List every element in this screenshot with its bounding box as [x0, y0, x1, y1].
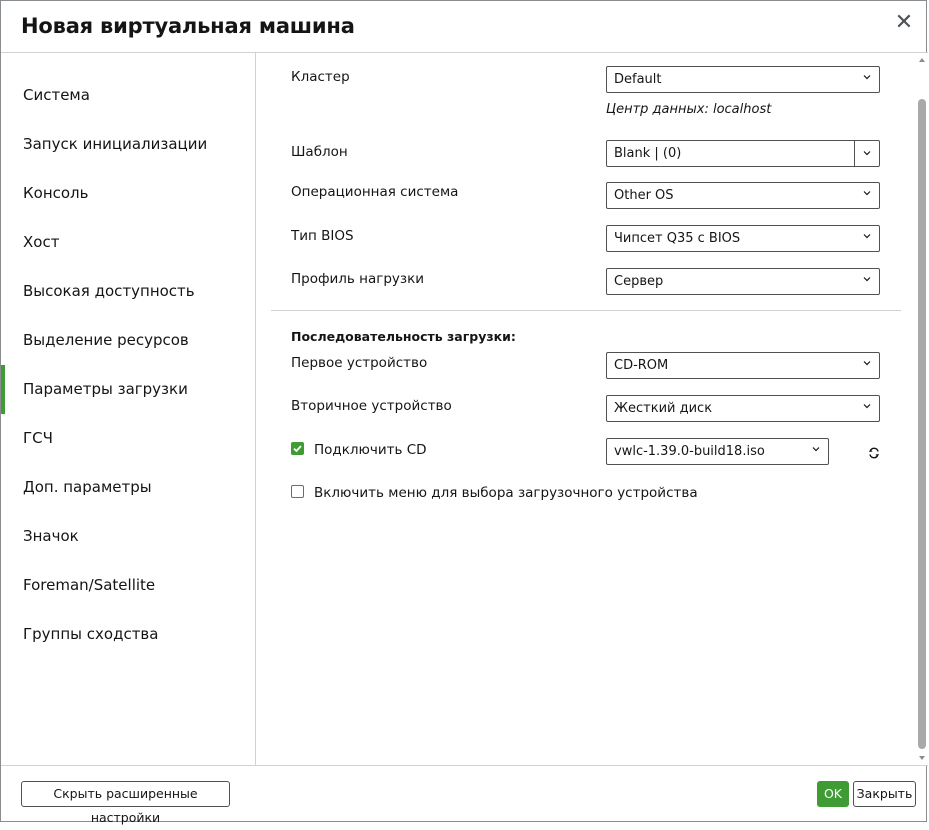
dialog-footer: Скрыть расширенные настройки OK Закрыть: [1, 765, 928, 825]
cd-image-select[interactable]: vwlc-1.39.0-build18.iso: [606, 438, 829, 465]
template-label: Шаблон: [291, 144, 348, 160]
os-select-value: Other OS: [614, 188, 674, 203]
chevron-down-icon: [863, 189, 871, 197]
bios-select-value: Чипсет Q35 с BIOS: [614, 231, 741, 246]
template-select-value: Blank | (0): [614, 146, 682, 161]
attach-cd-label[interactable]: Подключить CD: [314, 442, 427, 458]
attach-cd-checkbox[interactable]: [291, 442, 304, 455]
boot-menu-label[interactable]: Включить меню для выбора загрузочного ус…: [314, 485, 698, 501]
sidebar-item-host[interactable]: Хост: [1, 218, 255, 267]
second-device-select-value: Жесткий диск: [614, 401, 713, 416]
checkmark-icon: [293, 445, 302, 453]
chevron-down-icon: [863, 73, 871, 81]
sidebar-item-boot-options[interactable]: Параметры загрузки: [1, 365, 255, 414]
sidebar-item-foreman-satellite[interactable]: Foreman/Satellite: [1, 561, 255, 610]
hide-advanced-button[interactable]: Скрыть расширенные настройки: [21, 781, 230, 825]
cluster-select[interactable]: Default: [606, 66, 880, 93]
template-select[interactable]: Blank | (0): [606, 140, 880, 167]
os-label: Операционная система: [291, 184, 459, 200]
dialog-title: Новая виртуальная машина: [21, 14, 355, 38]
sidebar-item-rng[interactable]: ГСЧ: [1, 414, 255, 463]
bios-select[interactable]: Чипсет Q35 с BIOS: [606, 225, 880, 252]
sidebar-item-custom-properties[interactable]: Доп. параметры: [1, 463, 255, 512]
sidebar: Система Запуск инициализации Консоль Хос…: [1, 53, 256, 765]
dialog-header: Новая виртуальная машина ✕: [1, 1, 928, 53]
sidebar-item-initial-run[interactable]: Запуск инициализации: [1, 120, 255, 169]
close-button[interactable]: Закрыть: [853, 781, 916, 807]
section-divider: [271, 310, 901, 311]
sidebar-item-resource-allocation[interactable]: Выделение ресурсов: [1, 316, 255, 365]
ok-button[interactable]: OK: [817, 781, 849, 807]
profile-label: Профиль нагрузки: [291, 271, 425, 287]
second-device-label: Вторичное устройство: [291, 398, 452, 414]
profile-select-value: Сервер: [614, 274, 664, 289]
sidebar-item-affinity-groups[interactable]: Группы сходства: [1, 610, 255, 659]
first-device-label: Первое устройство: [291, 355, 428, 371]
first-device-select-value: CD-ROM: [614, 358, 669, 373]
sidebar-item-high-availability[interactable]: Высокая доступность: [1, 267, 255, 316]
chevron-down-icon: [863, 232, 871, 240]
bios-label: Тип BIOS: [291, 228, 354, 244]
chevron-down-icon: [863, 402, 871, 410]
sidebar-item-system[interactable]: Система: [1, 71, 255, 120]
chevron-down-icon: [812, 445, 820, 453]
chevron-down-icon: [863, 275, 871, 283]
scroll-down-arrow-icon[interactable]: [919, 756, 925, 760]
os-select[interactable]: Other OS: [606, 182, 880, 209]
scroll-thumb[interactable]: [918, 99, 926, 749]
cluster-label: Кластер: [291, 69, 350, 85]
boot-menu-checkbox[interactable]: [291, 485, 304, 498]
cluster-select-value: Default: [614, 72, 662, 87]
chevron-down-icon: [863, 359, 871, 367]
new-vm-dialog: Новая виртуальная машина ✕ Система Запус…: [0, 0, 928, 825]
refresh-icon[interactable]: [867, 446, 881, 460]
chevron-down-icon: [863, 149, 871, 157]
template-dropdown-toggle[interactable]: [854, 141, 879, 166]
first-device-select[interactable]: CD-ROM: [606, 352, 880, 379]
sidebar-item-icon[interactable]: Значок: [1, 512, 255, 561]
content-scrollbar[interactable]: [916, 53, 928, 765]
boot-sequence-title: Последовательность загрузки:: [291, 329, 516, 344]
second-device-select[interactable]: Жесткий диск: [606, 395, 880, 422]
cd-image-select-value: vwlc-1.39.0-build18.iso: [614, 444, 765, 459]
boot-options-panel: Кластер Default Центр данных: localhost …: [256, 53, 916, 765]
profile-select[interactable]: Сервер: [606, 268, 880, 295]
sidebar-item-console[interactable]: Консоль: [1, 169, 255, 218]
close-icon[interactable]: ✕: [892, 10, 916, 34]
scroll-up-arrow-icon[interactable]: [919, 58, 925, 62]
datacenter-note: Центр данных: localhost: [606, 102, 772, 117]
